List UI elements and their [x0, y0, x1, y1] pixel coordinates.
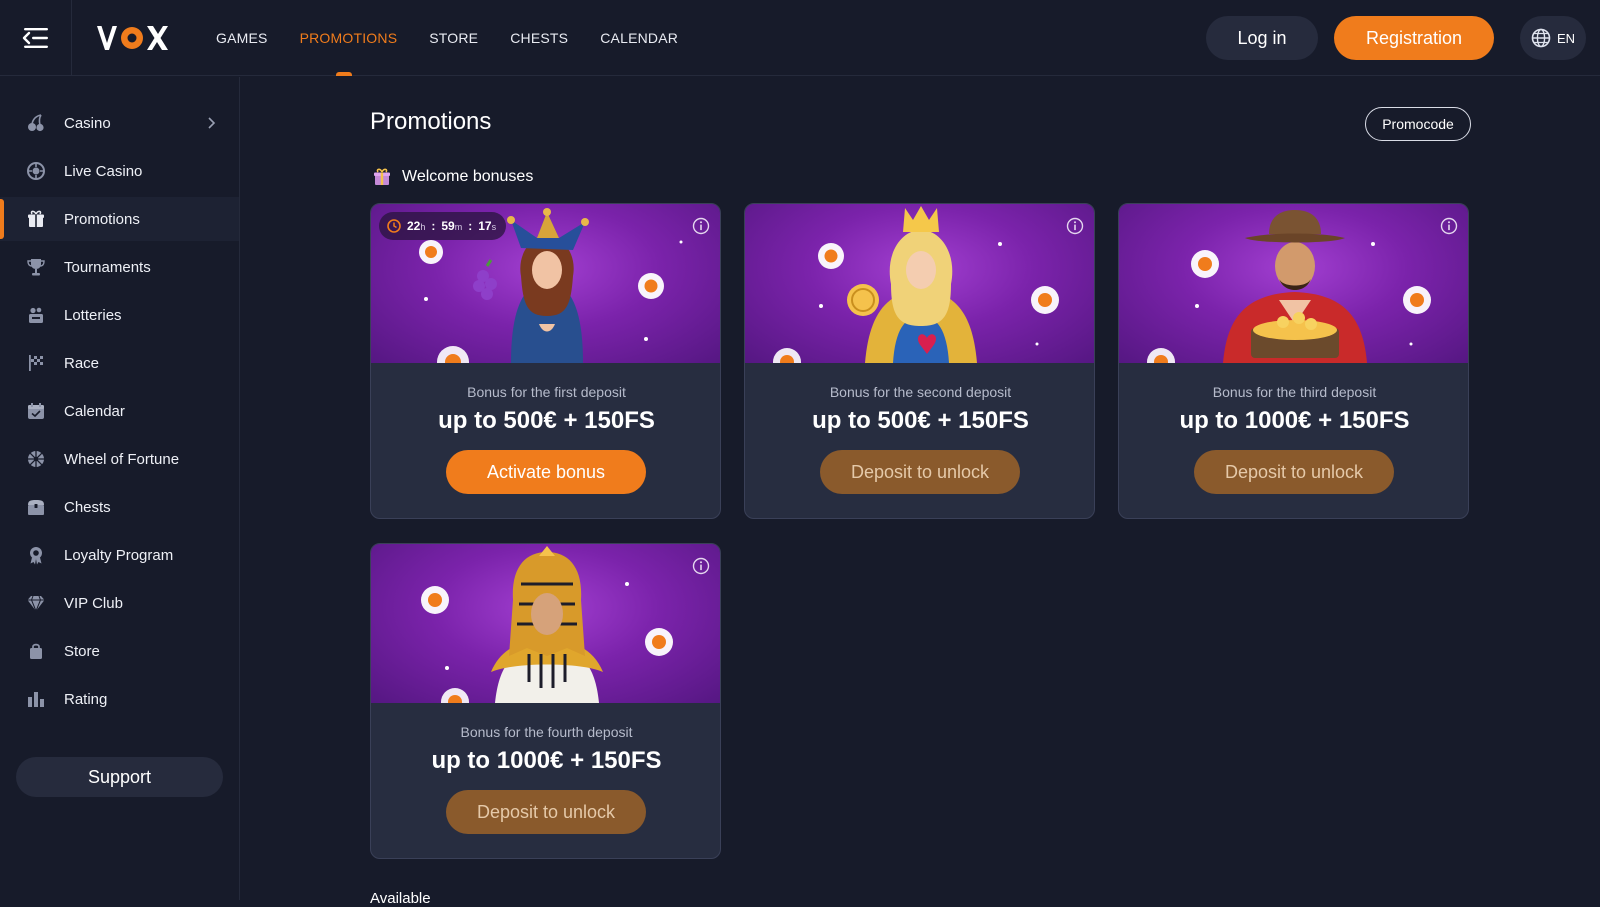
info-icon[interactable]	[1440, 217, 1458, 235]
available-section-title: Available	[370, 890, 431, 907]
promocode-button[interactable]: Promocode	[1365, 107, 1471, 141]
gift-icon	[26, 209, 46, 229]
nav-store[interactable]: STORE	[429, 0, 478, 76]
bonus-amount: up to 500€ + 150FS	[438, 407, 655, 434]
promo-image-pharaoh-queen	[371, 544, 720, 703]
sidebar-item-race[interactable]: Race	[0, 341, 239, 385]
sidebar-item-vip-club[interactable]: VIP Club	[0, 581, 239, 625]
menu-collapse-icon	[22, 28, 48, 48]
sidebar-item-label: Race	[64, 354, 100, 372]
sidebar-item-store[interactable]: Store	[0, 629, 239, 673]
race-flag-icon	[26, 353, 46, 373]
sidebar-item-label: Calendar	[64, 402, 125, 420]
sidebar-toggle-button[interactable]	[16, 20, 56, 56]
bonus-card-second-deposit: Bonus for the second deposit up to 500€ …	[744, 203, 1095, 519]
timer-hours: 22	[407, 219, 421, 233]
page-title: Promotions	[370, 108, 492, 135]
shopping-bag-icon	[26, 641, 46, 661]
chevron-right-icon	[208, 117, 216, 129]
medal-icon	[26, 545, 46, 565]
roulette-icon	[26, 161, 46, 181]
deposit-to-unlock-button[interactable]: Deposit to unlock	[1194, 450, 1394, 494]
nav-games[interactable]: GAMES	[216, 0, 268, 76]
main-nav: GAMES PROMOTIONS STORE CHESTS CALENDAR	[216, 0, 710, 76]
bonus-subtitle: Bonus for the first deposit	[467, 384, 626, 400]
timer-seconds: 17	[478, 219, 492, 233]
rating-bars-icon	[26, 689, 46, 709]
sidebar-item-casino[interactable]: Casino	[0, 101, 239, 145]
nav-calendar[interactable]: CALENDAR	[600, 0, 678, 76]
bonus-card-fourth-deposit: Bonus for the fourth deposit up to 1000€…	[370, 543, 721, 859]
cherries-icon	[26, 113, 46, 133]
sidebar-item-label: Casino	[64, 114, 111, 132]
bonus-card-first-deposit: 22h : 59m : 17s Bonus for the first depo…	[370, 203, 721, 519]
bonus-amount: up to 1000€ + 150FS	[1179, 407, 1410, 434]
sidebar-item-lotteries[interactable]: Lotteries	[0, 293, 239, 337]
sidebar-item-loyalty-program[interactable]: Loyalty Program	[0, 533, 239, 577]
wheel-icon	[26, 449, 46, 469]
sidebar-item-tournaments[interactable]: Tournaments	[0, 245, 239, 289]
sidebar-item-label: VIP Club	[64, 594, 123, 612]
deposit-to-unlock-button[interactable]: Deposit to unlock	[446, 790, 646, 834]
language-code: EN	[1556, 30, 1576, 46]
bonus-card-third-deposit: Bonus for the third deposit up to 1000€ …	[1118, 203, 1469, 519]
promo-image-cowboy	[1119, 204, 1468, 363]
sidebar-item-chests[interactable]: Chests	[0, 485, 239, 529]
language-selector[interactable]: EN	[1520, 16, 1586, 60]
trophy-icon	[26, 257, 46, 277]
sidebar-item-label: Promotions	[64, 210, 140, 228]
deposit-to-unlock-button[interactable]: Deposit to unlock	[820, 450, 1020, 494]
registration-button[interactable]: Registration	[1334, 16, 1494, 60]
logo[interactable]	[96, 20, 168, 56]
bonus-subtitle: Bonus for the fourth deposit	[460, 724, 633, 740]
top-header: GAMES PROMOTIONS STORE CHESTS CALENDAR L…	[0, 0, 1600, 76]
sidebar-item-label: Rating	[64, 690, 108, 708]
timer-hours-unit: h	[420, 222, 426, 232]
promo-image-jester-queen: 22h : 59m : 17s	[371, 204, 720, 363]
support-button[interactable]: Support	[16, 757, 223, 797]
chest-icon	[26, 497, 46, 517]
section-title: Welcome bonuses	[402, 168, 534, 185]
sidebar-item-label: Store	[64, 642, 100, 660]
lottery-icon	[26, 305, 46, 325]
welcome-bonuses-heading: Welcome bonuses	[372, 166, 533, 188]
info-icon[interactable]	[1066, 217, 1084, 235]
clock-icon	[387, 219, 401, 233]
gift-icon	[374, 168, 390, 185]
bonus-subtitle: Bonus for the second deposit	[829, 384, 1012, 400]
globe-icon	[1531, 28, 1551, 48]
bonus-amount: up to 1000€ + 150FS	[431, 747, 662, 774]
login-button[interactable]: Log in	[1206, 16, 1318, 60]
header-divider	[71, 0, 72, 76]
bonus-countdown-timer: 22h : 59m : 17s	[379, 212, 507, 240]
sidebar-item-label: Live Casino	[64, 162, 143, 180]
timer-minutes-unit: m	[454, 222, 463, 232]
timer-minutes: 59	[441, 219, 455, 233]
vox-logo-icon	[97, 26, 168, 50]
sidebar-item-rating[interactable]: Rating	[0, 677, 239, 721]
bonus-amount: up to 500€ + 150FS	[812, 407, 1029, 434]
sidebar-item-live-casino[interactable]: Live Casino	[0, 149, 239, 193]
sidebar-item-label: Chests	[64, 498, 111, 516]
sidebar-item-wheel-of-fortune[interactable]: Wheel of Fortune	[0, 437, 239, 481]
activate-bonus-button[interactable]: Activate bonus	[446, 450, 646, 494]
promo-image-golden-queen	[745, 204, 1094, 363]
sidebar: Casino Live Casino Promotions Tournament…	[0, 77, 240, 900]
sidebar-item-label: Tournaments	[64, 258, 151, 276]
info-icon[interactable]	[692, 217, 710, 235]
nav-promotions[interactable]: PROMOTIONS	[300, 0, 398, 76]
sidebar-item-calendar[interactable]: Calendar	[0, 389, 239, 433]
bonus-subtitle: Bonus for the third deposit	[1212, 384, 1377, 400]
sidebar-item-label: Loyalty Program	[64, 546, 174, 564]
diamond-icon	[26, 593, 46, 613]
sidebar-item-label: Wheel of Fortune	[64, 450, 180, 468]
sidebar-item-promotions[interactable]: Promotions	[0, 197, 239, 241]
nav-chests[interactable]: CHESTS	[510, 0, 568, 76]
calendar-icon	[26, 401, 46, 421]
info-icon[interactable]	[692, 557, 710, 575]
timer-seconds-unit: s	[491, 222, 497, 232]
sidebar-item-label: Lotteries	[64, 306, 122, 324]
